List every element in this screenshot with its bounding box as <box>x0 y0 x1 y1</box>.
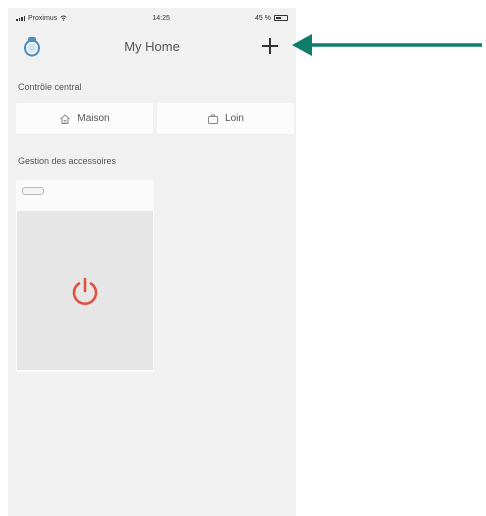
home-mode-label: Maison <box>77 113 110 124</box>
battery-percent: 45 % <box>255 14 271 22</box>
signal-icon <box>16 15 25 21</box>
home-avatar-icon[interactable] <box>22 35 42 57</box>
power-icon[interactable] <box>67 273 103 309</box>
carrier-name: Proximus <box>28 14 58 22</box>
wifi-icon <box>60 15 67 21</box>
screenshot-canvas: Proximus 14:25 45 % My Home Contrôle cen… <box>0 0 486 516</box>
accessories-label: Gestion des accessoires <box>18 156 117 166</box>
status-right: 45 % <box>255 15 288 22</box>
nav-bar: My Home <box>8 28 296 64</box>
accessory-card[interactable] <box>16 180 154 372</box>
home-mode-button[interactable]: Maison <box>16 103 153 134</box>
status-time: 14:25 <box>152 14 170 22</box>
accessory-name-tag <box>22 187 44 195</box>
status-bar: Proximus 14:25 45 % <box>8 8 296 28</box>
away-mode-button[interactable]: Loin <box>157 103 294 134</box>
phone-screen: Proximus 14:25 45 % My Home Contrôle cen… <box>8 8 296 516</box>
away-mode-label: Loin <box>225 113 244 124</box>
central-control-row: Maison Loin <box>16 103 294 134</box>
central-control-label: Contrôle central <box>18 82 82 92</box>
accessory-body <box>17 211 153 370</box>
battery-icon <box>274 15 288 21</box>
house-icon <box>60 113 71 124</box>
status-left: Proximus <box>16 15 67 22</box>
suitcase-icon <box>208 114 219 124</box>
page-title: My Home <box>124 38 180 54</box>
arrow-left-icon <box>292 34 482 56</box>
plus-icon[interactable] <box>260 36 280 56</box>
